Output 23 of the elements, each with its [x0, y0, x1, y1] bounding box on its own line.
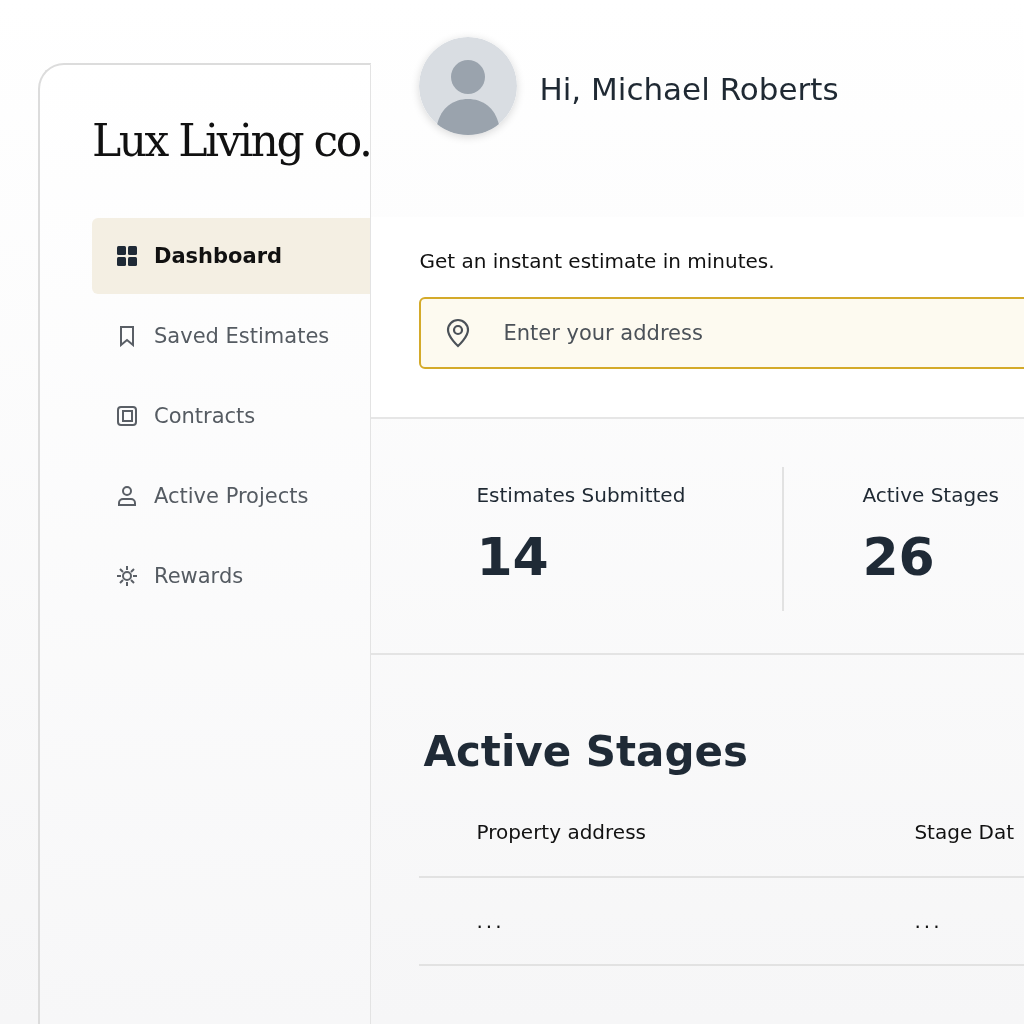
stat-value: 14	[476, 527, 550, 587]
location-pin-icon	[445, 318, 472, 348]
greeting: Hi, Michael Roberts	[539, 71, 839, 107]
table-cell: ...	[914, 909, 943, 933]
nav-item[interactable]: Rewards	[92, 538, 371, 614]
table-cell-text: ...	[475, 909, 506, 933]
nav-item[interactable]: Dashboard	[92, 218, 371, 294]
nav-item[interactable]: Active Projects	[92, 458, 371, 534]
stat-value: 26	[862, 527, 936, 587]
section-title: Active Stages	[423, 727, 749, 776]
nav-item[interactable]: Contracts	[92, 378, 371, 454]
column-header: Property address	[475, 820, 647, 844]
stat-label: Estimates Submitted	[476, 483, 687, 507]
sun-icon	[116, 565, 138, 587]
column-header: Stage Dat	[914, 820, 1015, 844]
estimate-prompt: Get an instant estimate in minutes.	[419, 249, 776, 273]
grid-icon	[116, 245, 138, 267]
address-field[interactable]: Enter your address	[419, 297, 1024, 369]
user-icon	[116, 485, 138, 507]
nav-item[interactable]: Saved Estimates	[92, 298, 371, 374]
document-icon	[116, 405, 138, 427]
logo: Lux Living co.	[92, 115, 371, 166]
stat-label: Active Stages	[862, 483, 999, 507]
